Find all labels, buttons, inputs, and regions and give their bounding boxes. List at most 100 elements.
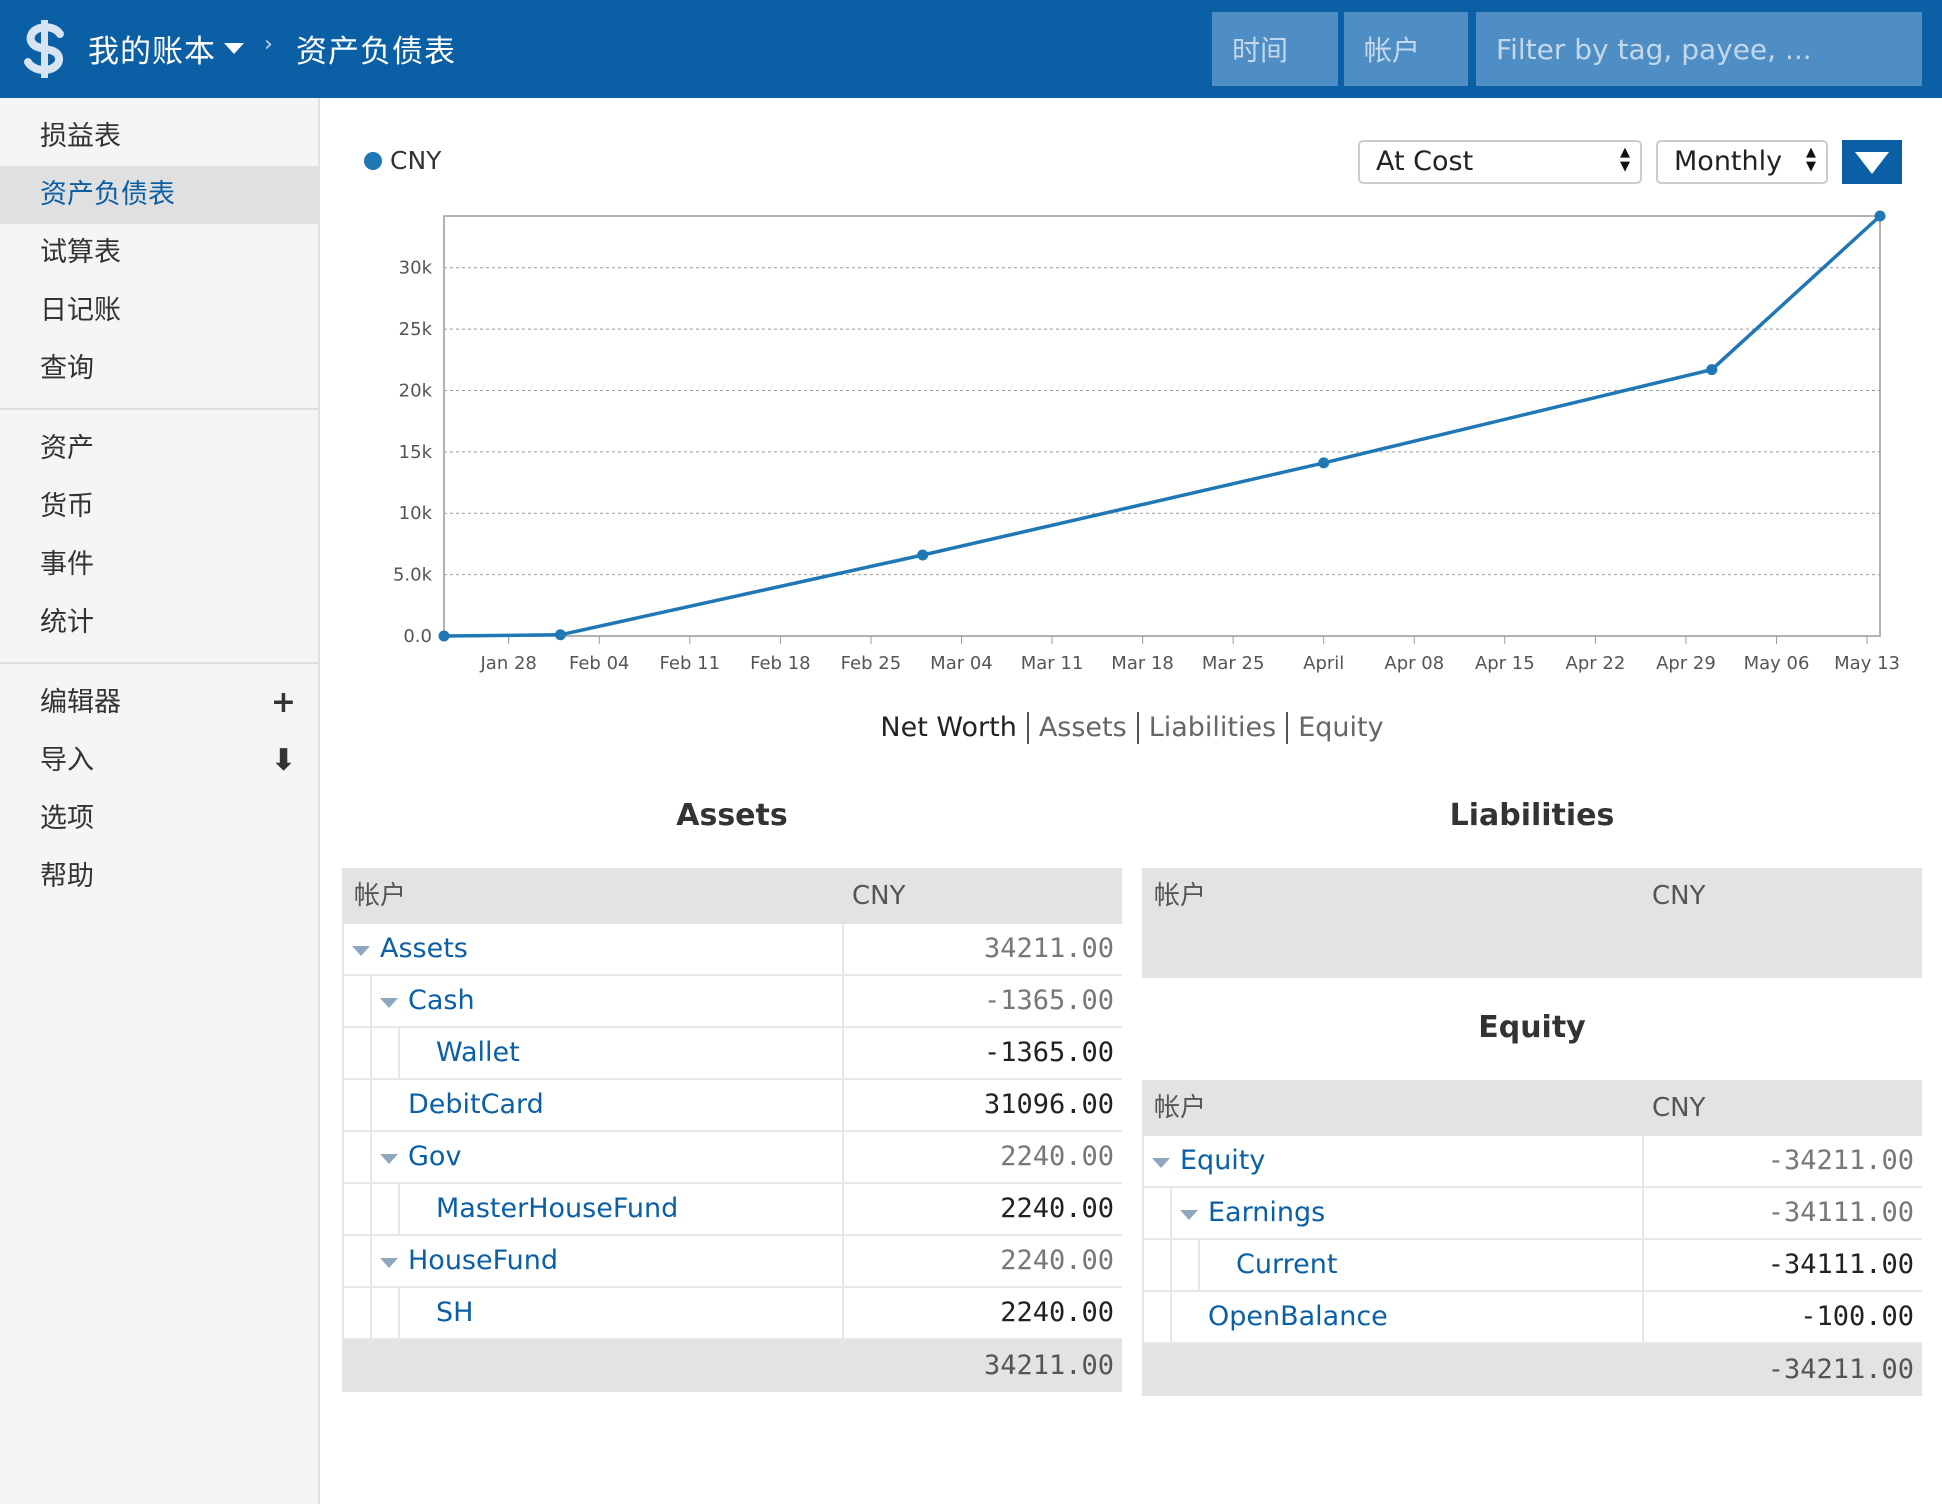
indent-guide <box>342 1132 344 1182</box>
sidebar-item[interactable]: 选项 <box>0 790 318 848</box>
account-row: Current -34111.00 <box>1142 1240 1922 1292</box>
sidebar-item[interactable]: 损益表 <box>0 108 318 166</box>
column-divider <box>1642 1240 1644 1290</box>
y-tick-label: 5.0k <box>393 565 433 586</box>
chart-tab[interactable]: Equity <box>1286 712 1393 744</box>
sidebar-item-label: 导入 <box>40 745 94 776</box>
chart-tab[interactable]: Net Worth <box>870 712 1026 744</box>
sidebar-group: 资产 货币事件统计 <box>0 410 318 664</box>
x-tick-label: Mar 25 <box>1202 653 1265 674</box>
account-link[interactable]: Gov <box>408 1132 461 1182</box>
legend-label: CNY <box>390 146 442 175</box>
indent-guide <box>1170 1188 1172 1238</box>
sidebar-item[interactable]: 日记账 <box>0 282 318 340</box>
y-tick-label: 10k <box>399 503 433 524</box>
account-link[interactable]: Earnings <box>1208 1188 1325 1238</box>
column-divider <box>1642 1292 1644 1342</box>
top-bar: 我的账本 › 资产负债表 时间 帐户 <box>0 0 1942 98</box>
account-link[interactable]: Wallet <box>436 1028 520 1078</box>
sidebar-item-label: 事件 <box>40 549 94 580</box>
account-column-header[interactable]: 帐户 <box>342 868 842 924</box>
caret-down-icon[interactable] <box>224 43 244 54</box>
expand-toggle-icon[interactable] <box>380 1258 398 1268</box>
data-point <box>554 629 566 641</box>
table-header: 帐户 CNY <box>342 868 1122 924</box>
sidebar-item-label: 日记账 <box>40 295 121 326</box>
sidebar-item[interactable]: 资产负债表 <box>0 166 318 224</box>
indent-guide <box>398 1028 400 1078</box>
x-tick-label: Apr 29 <box>1656 653 1716 674</box>
indent-guide <box>342 1184 344 1234</box>
balance-value: 2240.00 <box>1000 1141 1114 1172</box>
account-row: Gov 2240.00 <box>342 1132 1122 1184</box>
sidebar-item[interactable]: 统计 <box>0 594 318 652</box>
indent-guide <box>370 1288 372 1338</box>
filter-input[interactable] <box>1476 12 1922 86</box>
account-link[interactable]: DebitCard <box>408 1080 544 1130</box>
account-column-header[interactable]: 帐户 <box>1142 868 1642 978</box>
indent-guide <box>342 1236 344 1286</box>
account-link[interactable]: Cash <box>408 976 475 1026</box>
expand-toggle-icon[interactable] <box>1180 1210 1198 1220</box>
indent-guide <box>370 976 372 1026</box>
column-divider <box>1642 1188 1644 1238</box>
expand-toggle-icon[interactable] <box>380 1154 398 1164</box>
sidebar-item-label: 编辑器 <box>40 687 121 718</box>
x-tick-label: Mar 18 <box>1111 653 1174 674</box>
currency-column-header[interactable]: CNY <box>842 868 1122 924</box>
sidebar-item-label: 损益表 <box>40 121 121 152</box>
account-row: OpenBalance -100.00 <box>1142 1292 1922 1344</box>
sidebar-item[interactable]: 帮助 <box>0 848 318 906</box>
indent-guide <box>342 1288 344 1338</box>
column-divider <box>842 976 844 1026</box>
balance-value: -1365.00 <box>983 1037 1114 1068</box>
balance-value: 31096.00 <box>983 1089 1114 1120</box>
balance-value: -1365.00 <box>983 985 1114 1016</box>
conversion-select-value: At Cost <box>1376 146 1474 177</box>
indent-guide <box>1198 1240 1200 1290</box>
conversion-select[interactable]: At Cost ▲ ▼ <box>1358 140 1642 184</box>
sidebar-item[interactable]: 货币 <box>0 478 318 536</box>
sidebar-item[interactable]: 试算表 <box>0 224 318 282</box>
assets-rows: Assets 34211.00 Cash -1365.00 Wallet -1365.00… <box>342 924 1122 1340</box>
chart-legend[interactable]: CNY <box>364 146 441 175</box>
ledger-selector[interactable]: 我的账本 <box>88 26 216 71</box>
chart-tab[interactable]: Assets <box>1026 712 1137 744</box>
assets-total-value: 34211.00 <box>983 1350 1114 1381</box>
currency-column-header[interactable]: CNY <box>1642 1080 1922 1136</box>
expand-toggle-icon[interactable] <box>352 946 370 956</box>
sidebar-item[interactable]: 事件 <box>0 536 318 594</box>
account-link[interactable]: Current <box>1236 1240 1337 1290</box>
account-link[interactable]: SH <box>436 1288 473 1338</box>
sidebar-item[interactable]: 查询 <box>0 340 318 398</box>
column-divider <box>842 1236 844 1286</box>
account-link[interactable]: HouseFund <box>408 1236 558 1286</box>
legend-marker <box>364 151 382 170</box>
account-link[interactable]: MasterHouseFund <box>436 1184 678 1234</box>
time-filter-button[interactable]: 时间 <box>1212 12 1338 86</box>
sidebar-item[interactable]: 资产 <box>0 420 318 478</box>
chart-tab[interactable]: Liabilities <box>1136 712 1287 744</box>
sidebar-item[interactable]: 编辑器 + <box>0 674 318 732</box>
expand-toggle-icon[interactable] <box>380 998 398 1008</box>
breadcrumb-separator: › <box>264 32 273 57</box>
plus-icon[interactable]: + <box>271 674 296 732</box>
account-filter-button[interactable]: 帐户 <box>1344 12 1468 86</box>
account-link[interactable]: OpenBalance <box>1208 1292 1388 1342</box>
column-divider <box>842 1080 844 1130</box>
balance-value: 2240.00 <box>1000 1245 1114 1276</box>
dollar-logo-icon[interactable] <box>20 20 70 78</box>
account-link[interactable]: Assets <box>380 924 468 974</box>
download-icon[interactable]: ⬇ <box>271 732 296 790</box>
balance-value: -34211.00 <box>1767 1145 1914 1176</box>
account-link[interactable]: Equity <box>1180 1136 1265 1186</box>
account-column-header[interactable]: 帐户 <box>1142 1080 1642 1136</box>
interval-select[interactable]: Monthly ▲ ▼ <box>1656 140 1828 184</box>
indent-guide <box>370 1184 372 1234</box>
sidebar-item[interactable]: 导入 ⬇ <box>0 732 318 790</box>
chart-toggle-button[interactable] <box>1842 140 1902 184</box>
y-tick-label: 20k <box>399 380 433 401</box>
currency-column-header[interactable]: CNY <box>1642 868 1922 978</box>
expand-toggle-icon[interactable] <box>1152 1158 1170 1168</box>
x-tick-label: Feb 04 <box>569 653 630 674</box>
